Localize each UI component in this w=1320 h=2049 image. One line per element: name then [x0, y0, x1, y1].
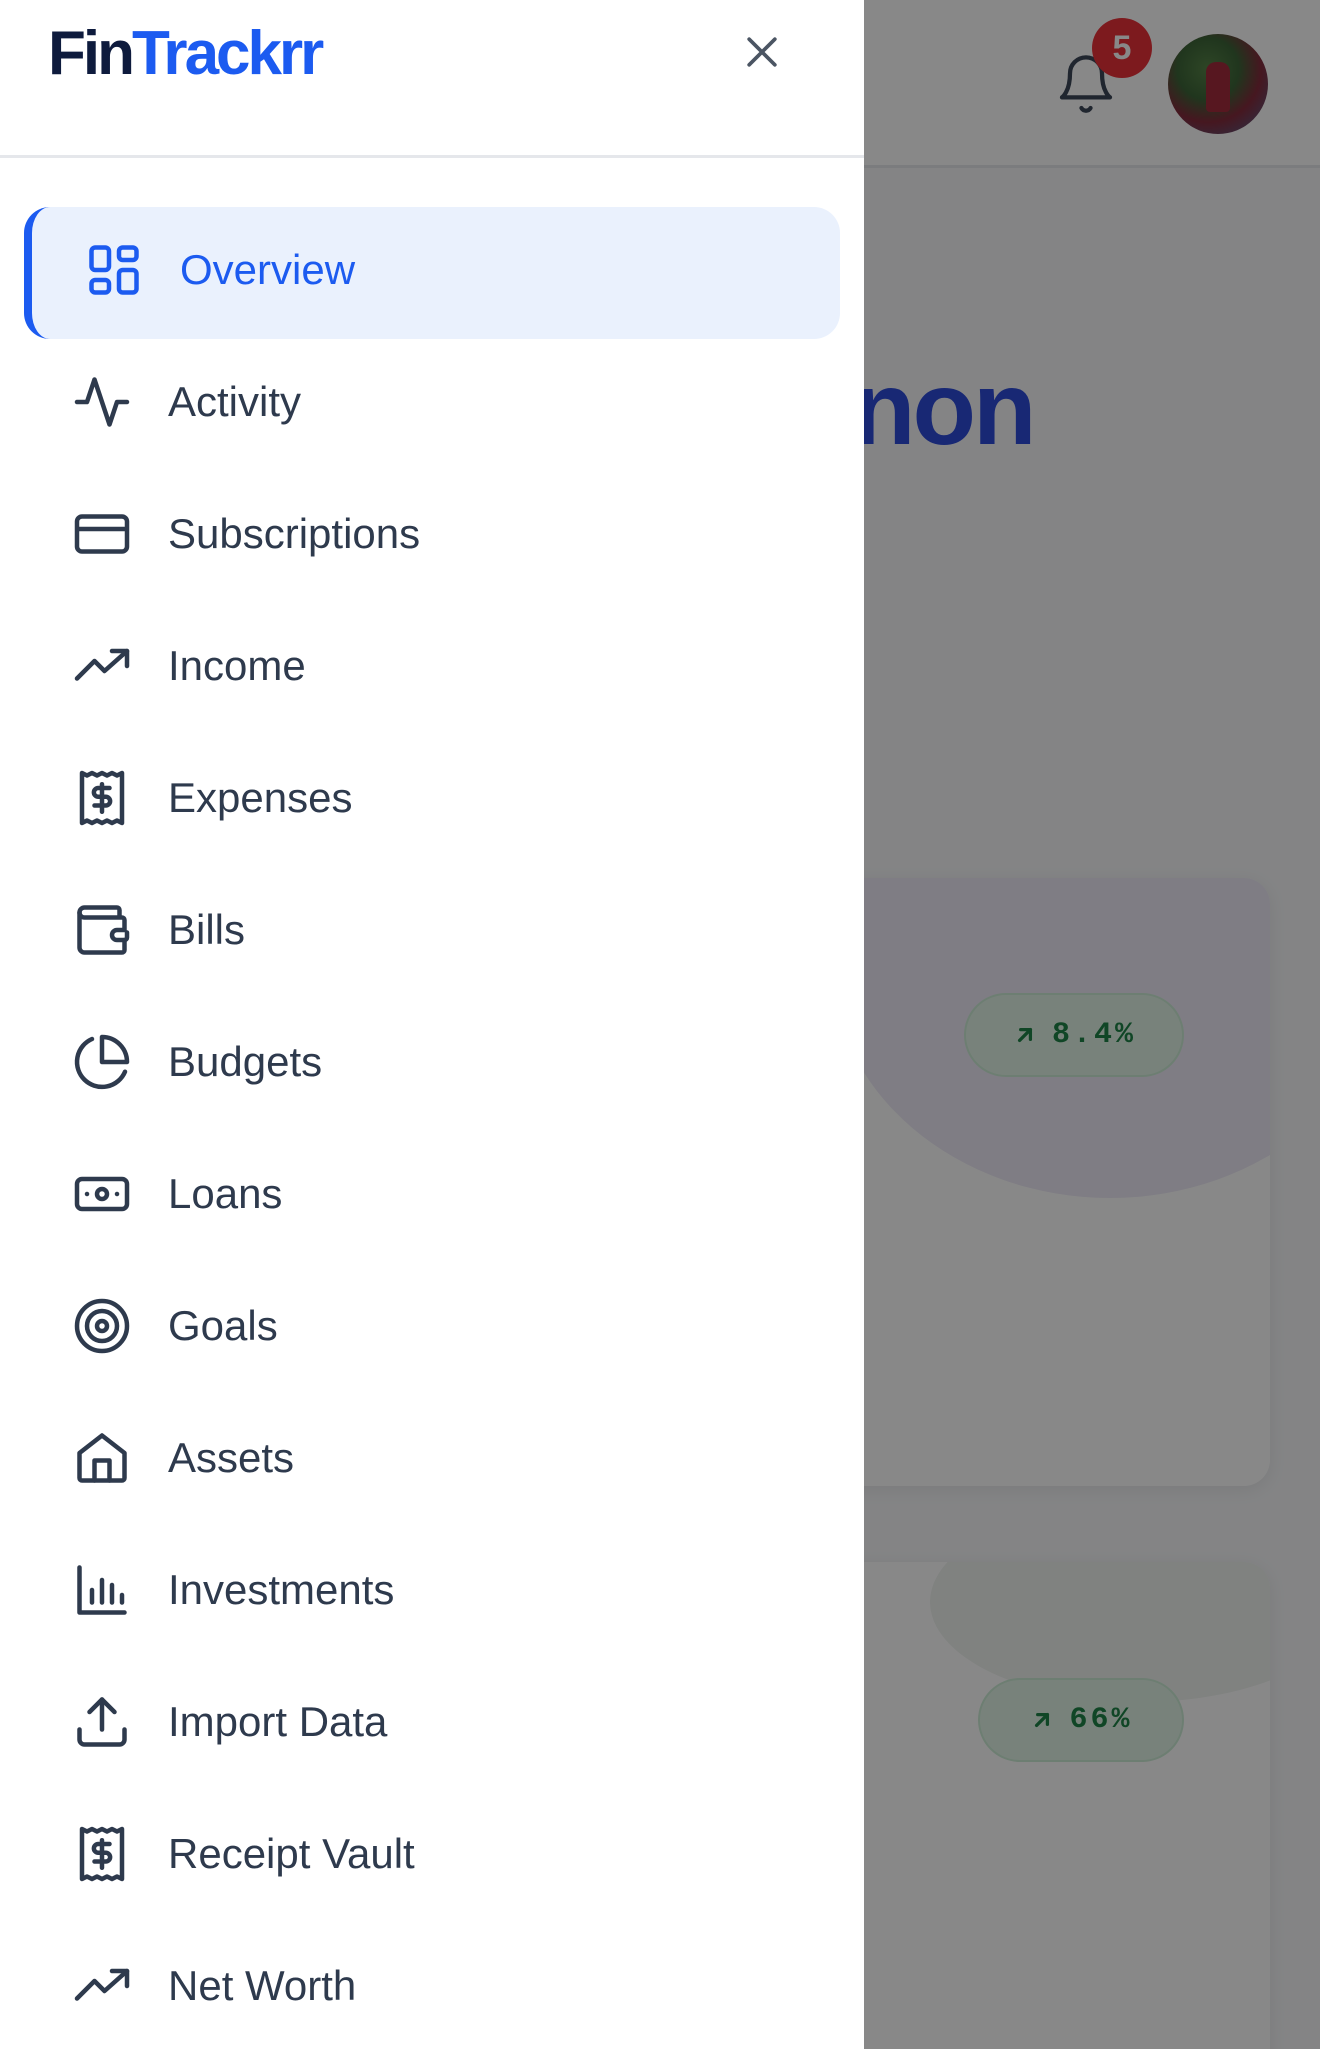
sidebar-item-goals[interactable]: Goals [0, 1260, 864, 1392]
bar-chart-icon [72, 1560, 132, 1620]
logo[interactable]: FinTrackrr [48, 18, 324, 89]
logo-text-fin: Fin [48, 19, 135, 88]
grid-icon [84, 240, 144, 300]
active-highlight [24, 207, 840, 339]
credit-card-icon [72, 504, 132, 564]
target-icon [72, 1296, 132, 1356]
sidebar-item-label: Income [168, 642, 306, 689]
home-icon [72, 1428, 132, 1488]
sidebar-item-activity[interactable]: Activity [0, 336, 864, 468]
receipt-icon [72, 1824, 132, 1884]
trending-up-icon [72, 1956, 132, 2016]
drawer-header: FinTrackrr [0, 0, 864, 158]
sidebar-item-net-worth[interactable]: Net Worth [0, 1920, 864, 2049]
sidebar-item-investments[interactable]: Investments [0, 1524, 864, 1656]
pie-chart-icon [72, 1032, 132, 1092]
sidebar-item-label: Loans [168, 1170, 283, 1217]
sidebar-item-income[interactable]: Income [0, 600, 864, 732]
banknote-icon [72, 1164, 132, 1224]
logo-text-trackrr: Trackrr [131, 19, 324, 88]
sidebar-item-subscriptions[interactable]: Subscriptions [0, 468, 864, 600]
sidebar-item-budgets[interactable]: Budgets [0, 996, 864, 1128]
sidebar-item-label: Import Data [168, 1698, 388, 1745]
sidebar-item-label: Receipt Vault [168, 1830, 415, 1877]
close-button[interactable] [732, 22, 792, 82]
sidebar-item-label: Net Worth [168, 1962, 357, 2009]
sidebar-item-label: Bills [168, 906, 246, 953]
receipt-icon [72, 768, 132, 828]
sidebar-item-loans[interactable]: Loans [0, 1128, 864, 1260]
sidebar-item-label: Goals [168, 1302, 278, 1349]
sidebar-nav: Overview Activity Subscriptions Income E [0, 204, 864, 2049]
sidebar-item-label: Investments [168, 1566, 395, 1613]
sidebar-item-bills[interactable]: Bills [0, 864, 864, 996]
close-icon [747, 37, 777, 67]
wallet-icon [72, 900, 132, 960]
sidebar-item-receipt-vault[interactable]: Receipt Vault [0, 1788, 864, 1920]
sidebar-item-label: Activity [168, 378, 302, 425]
sidebar-item-expenses[interactable]: Expenses [0, 732, 864, 864]
sidebar-item-label: Budgets [168, 1038, 323, 1085]
nav-drawer: FinTrackrr Overview Activity Subscriptio… [0, 0, 864, 2049]
activity-icon [72, 372, 132, 432]
trending-up-icon [72, 636, 132, 696]
sidebar-item-label: Subscriptions [168, 510, 421, 557]
sidebar-item-label: Overview [180, 246, 356, 293]
sidebar-item-import-data[interactable]: Import Data [0, 1656, 864, 1788]
sidebar-item-assets[interactable]: Assets [0, 1392, 864, 1524]
sidebar-item-label: Expenses [168, 774, 353, 821]
sidebar-item-label: Assets [168, 1434, 295, 1481]
sidebar-item-overview[interactable]: Overview [0, 204, 864, 339]
upload-icon [72, 1692, 132, 1752]
